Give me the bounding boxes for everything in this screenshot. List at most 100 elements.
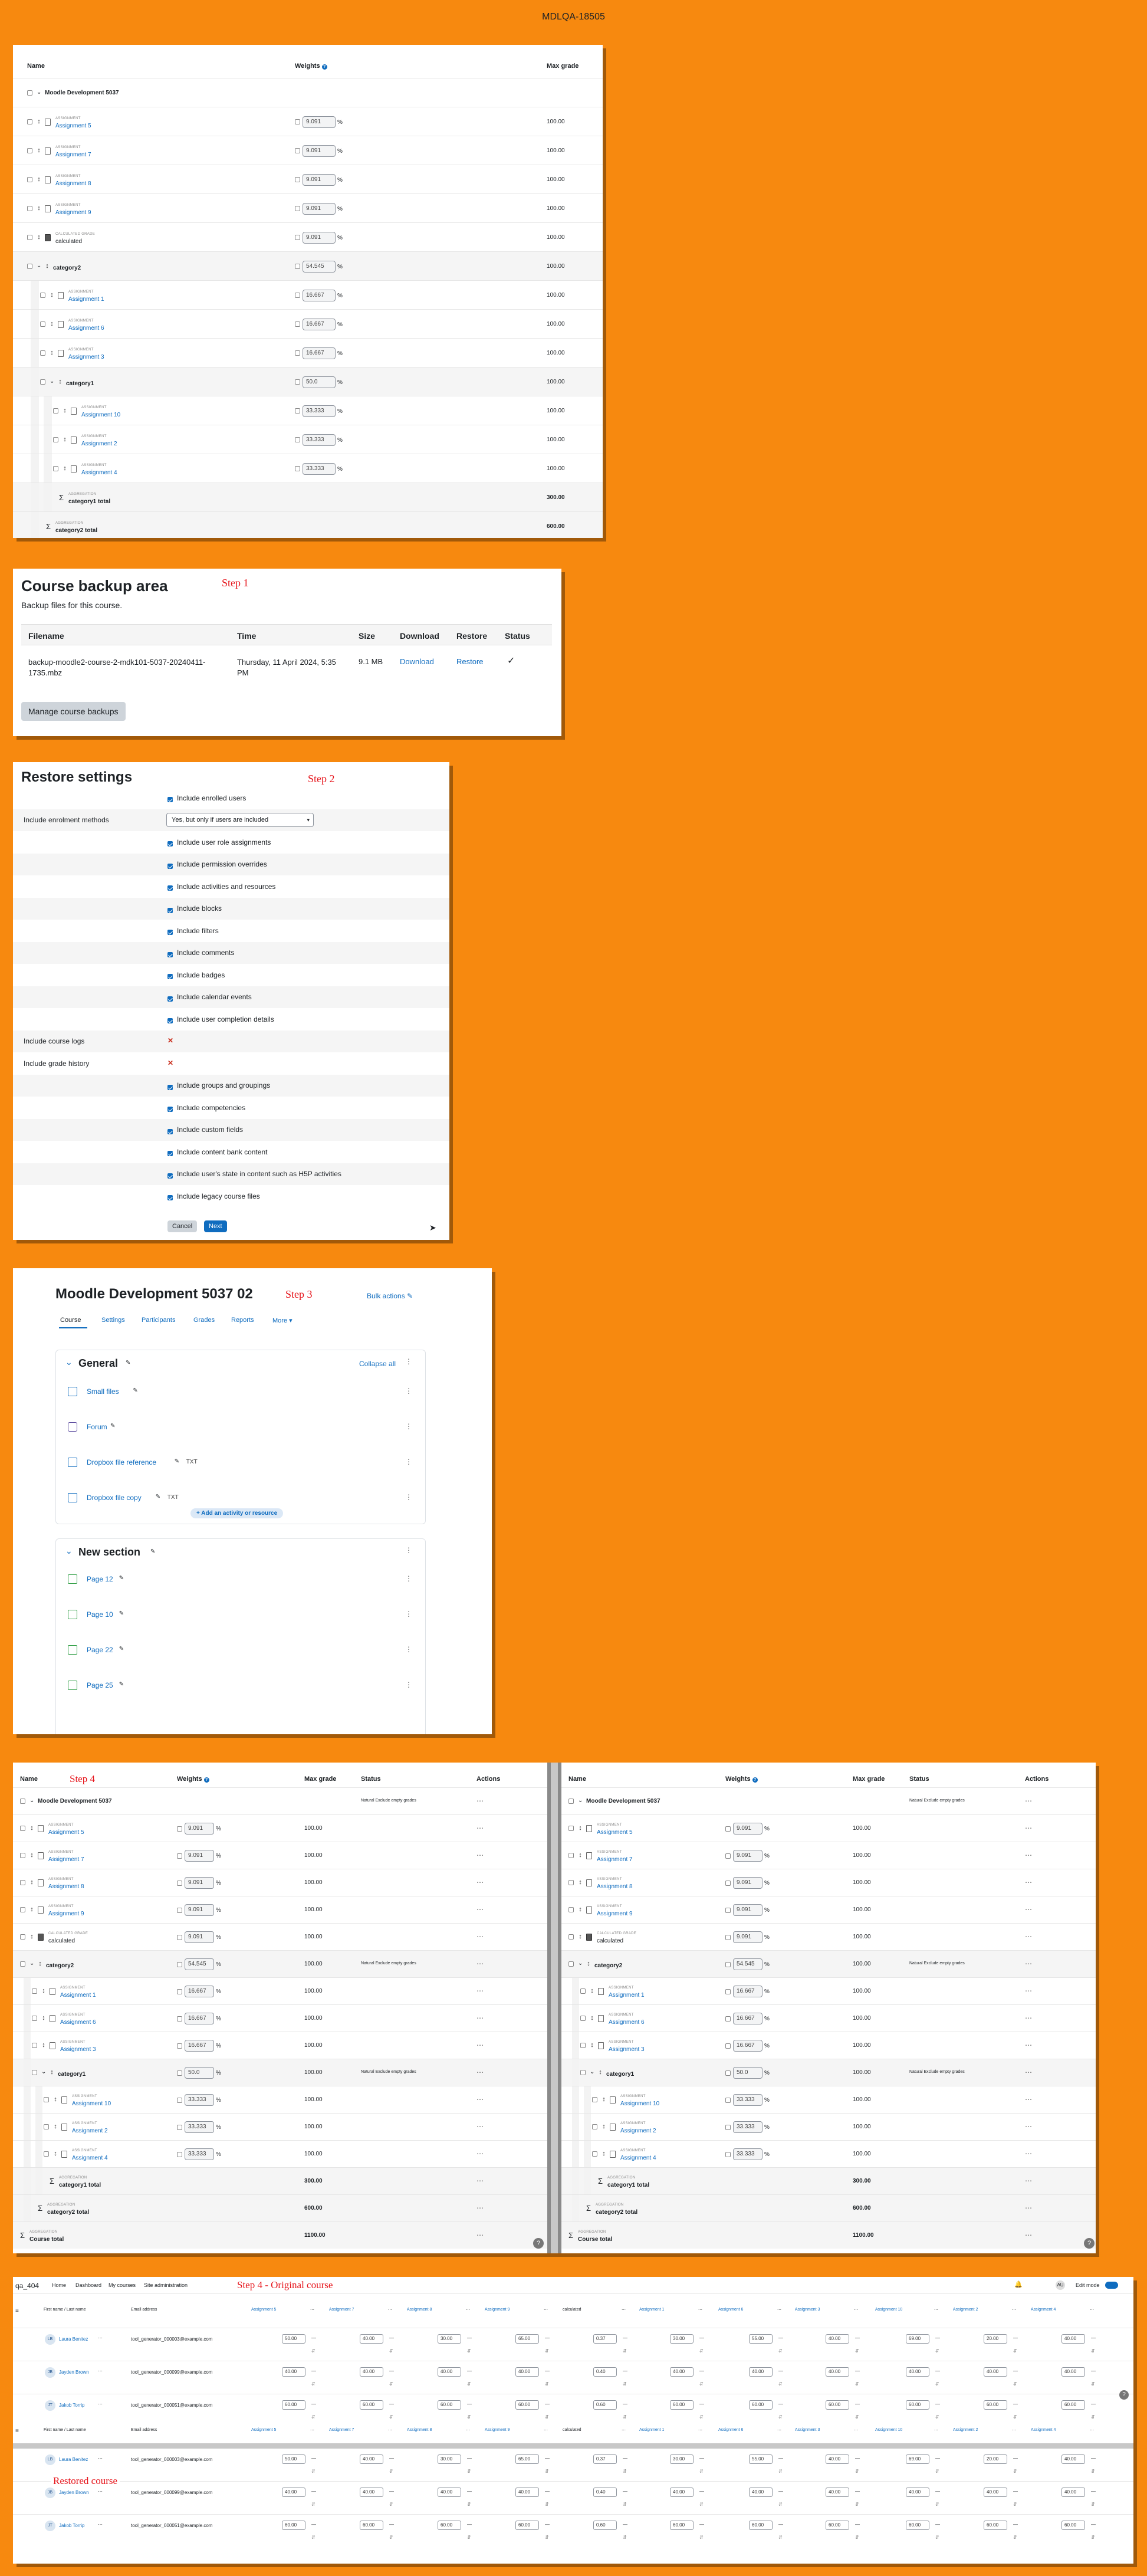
- activity-menu[interactable]: ⋮: [405, 1458, 412, 1466]
- actions-menu[interactable]: ⋯: [476, 2177, 484, 2185]
- select-checkbox[interactable]: [568, 1826, 574, 1831]
- grade-input[interactable]: 60.00: [515, 2400, 539, 2410]
- setting-checkbox[interactable]: [167, 1018, 173, 1024]
- select-checkbox[interactable]: [568, 1853, 574, 1858]
- weight-input[interactable]: 9.091: [185, 1877, 214, 1889]
- move-icon[interactable]: ↕: [37, 147, 41, 154]
- bulk-actions-link[interactable]: Bulk actions ✎: [367, 1292, 413, 1300]
- assignment-column-header[interactable]: Assignment 6: [718, 2308, 783, 2312]
- grade-input[interactable]: 40.00: [282, 2488, 305, 2497]
- column-menu[interactable]: ⋯: [854, 2308, 858, 2312]
- select-checkbox[interactable]: [580, 2016, 586, 2021]
- assignment-column-header[interactable]: Assignment 3: [795, 2308, 860, 2312]
- move-icon[interactable]: ↕: [50, 291, 54, 298]
- column-menu[interactable]: ⋯: [388, 2428, 392, 2433]
- weight-override-checkbox[interactable]: [295, 379, 300, 385]
- weight-input[interactable]: 9.091: [185, 1850, 214, 1862]
- weight-override-checkbox[interactable]: [725, 1988, 731, 1994]
- chevron-down-icon[interactable]: ⌄: [29, 1797, 34, 1804]
- select-checkbox[interactable]: [20, 1799, 25, 1804]
- grade-input[interactable]: 40.00: [438, 2488, 461, 2497]
- weight-override-checkbox[interactable]: [177, 1988, 182, 1994]
- email-column-header[interactable]: Email address: [131, 2428, 157, 2432]
- weight-override-checkbox[interactable]: [177, 2151, 182, 2157]
- weight-input[interactable]: 9.091: [303, 145, 336, 157]
- weight-input[interactable]: 9.091: [733, 1823, 763, 1835]
- select-checkbox[interactable]: [20, 1880, 25, 1885]
- activity-link[interactable]: Page 22: [87, 1646, 113, 1654]
- grade-input[interactable]: 60.00: [438, 2521, 461, 2530]
- grade-input[interactable]: 40.00: [360, 2454, 383, 2464]
- grade-input[interactable]: 69.00: [906, 2334, 929, 2344]
- move-icon[interactable]: ↕: [29, 1824, 34, 1832]
- assignment-column-header[interactable]: Assignment 9: [485, 2428, 550, 2432]
- setting-checkbox[interactable]: [167, 907, 173, 913]
- pencil-icon[interactable]: ✎: [133, 1387, 137, 1394]
- move-icon[interactable]: ↕: [29, 1852, 34, 1859]
- assignment-column-header[interactable]: Assignment 10: [875, 2428, 940, 2432]
- grade-input[interactable]: 0.60: [593, 2521, 617, 2530]
- grade-input[interactable]: 20.00: [984, 2454, 1007, 2464]
- move-icon[interactable]: ↕: [590, 2014, 594, 2022]
- grade-input[interactable]: 0.37: [593, 2454, 617, 2464]
- pencil-icon[interactable]: ✎: [156, 1494, 160, 1500]
- item-name[interactable]: Assignment 6: [68, 325, 104, 332]
- move-icon[interactable]: ↕: [50, 2069, 54, 2076]
- move-icon[interactable]: ↕: [586, 1960, 591, 1967]
- grade-input[interactable]: 60.00: [282, 2521, 305, 2530]
- grade-input[interactable]: 60.00: [438, 2400, 461, 2410]
- grade-input[interactable]: 40.00: [1061, 2334, 1085, 2344]
- chevron-down-icon[interactable]: ⌄: [29, 1960, 34, 1967]
- weight-input[interactable]: 54.545: [733, 1958, 763, 1970]
- item-name[interactable]: Assignment 8: [55, 181, 91, 187]
- help-icon[interactable]: ?: [752, 1777, 758, 1783]
- move-icon[interactable]: ↕: [590, 1987, 594, 1994]
- item-name[interactable]: Assignment 5: [48, 1829, 84, 1836]
- move-icon[interactable]: ↕: [53, 2096, 58, 2103]
- actions-menu[interactable]: ⋯: [1025, 2014, 1032, 2022]
- weight-override-checkbox[interactable]: [725, 2070, 731, 2076]
- actions-menu[interactable]: ⋯: [1025, 1851, 1032, 1859]
- select-checkbox[interactable]: [44, 2124, 49, 2129]
- actions-menu[interactable]: ⋯: [476, 1797, 484, 1805]
- move-icon[interactable]: ↕: [50, 349, 54, 356]
- grade-input[interactable]: 40.00: [670, 2488, 694, 2497]
- select-checkbox[interactable]: [20, 1826, 25, 1831]
- move-icon[interactable]: ↕: [578, 1879, 583, 1886]
- pencil-icon[interactable]: ✎: [175, 1458, 179, 1465]
- assignment-column-header[interactable]: Assignment 2: [953, 2428, 1018, 2432]
- weight-input[interactable]: 16.667: [303, 289, 336, 301]
- splitter[interactable]: [551, 1763, 558, 2253]
- select-checkbox[interactable]: [27, 176, 32, 182]
- next-button[interactable]: Next: [204, 1220, 227, 1232]
- select-checkbox[interactable]: [568, 1907, 574, 1912]
- item-name[interactable]: Assignment 7: [55, 152, 91, 158]
- column-menu[interactable]: ⋯: [777, 2428, 781, 2433]
- weight-override-checkbox[interactable]: [177, 1853, 182, 1859]
- weight-override-checkbox[interactable]: [725, 1961, 731, 1967]
- actions-menu[interactable]: ⋯: [476, 1851, 484, 1859]
- weight-override-checkbox[interactable]: [295, 235, 300, 240]
- weight-override-checkbox[interactable]: [295, 177, 300, 182]
- pencil-icon[interactable]: ✎: [126, 1360, 130, 1366]
- grade-input[interactable]: 65.00: [515, 2334, 539, 2344]
- weight-override-checkbox[interactable]: [177, 2070, 182, 2076]
- weight-input[interactable]: 16.667: [185, 2013, 214, 2024]
- grade-input[interactable]: 60.00: [1061, 2521, 1085, 2530]
- grade-input[interactable]: 60.00: [1061, 2400, 1085, 2410]
- weight-override-checkbox[interactable]: [295, 148, 300, 153]
- column-menu[interactable]: ⋯: [1012, 2428, 1016, 2433]
- weight-override-checkbox[interactable]: [295, 206, 300, 211]
- assignment-column-header[interactable]: Assignment 7: [329, 2428, 394, 2432]
- weight-override-checkbox[interactable]: [725, 2151, 731, 2157]
- chevron-down-icon[interactable]: ⌄: [37, 262, 41, 269]
- section-menu[interactable]: ⋮: [405, 1546, 412, 1554]
- grade-input[interactable]: 30.00: [670, 2454, 694, 2464]
- column-menu[interactable]: ⋯: [310, 2308, 314, 2312]
- weight-override-checkbox[interactable]: [295, 264, 300, 269]
- nav-site-administration[interactable]: Site administration: [144, 2282, 188, 2288]
- weight-input[interactable]: 9.091: [303, 231, 336, 244]
- setting-checkbox[interactable]: [167, 797, 173, 803]
- actions-menu[interactable]: ⋯: [476, 2231, 484, 2239]
- actions-menu[interactable]: ⋯: [476, 1824, 484, 1832]
